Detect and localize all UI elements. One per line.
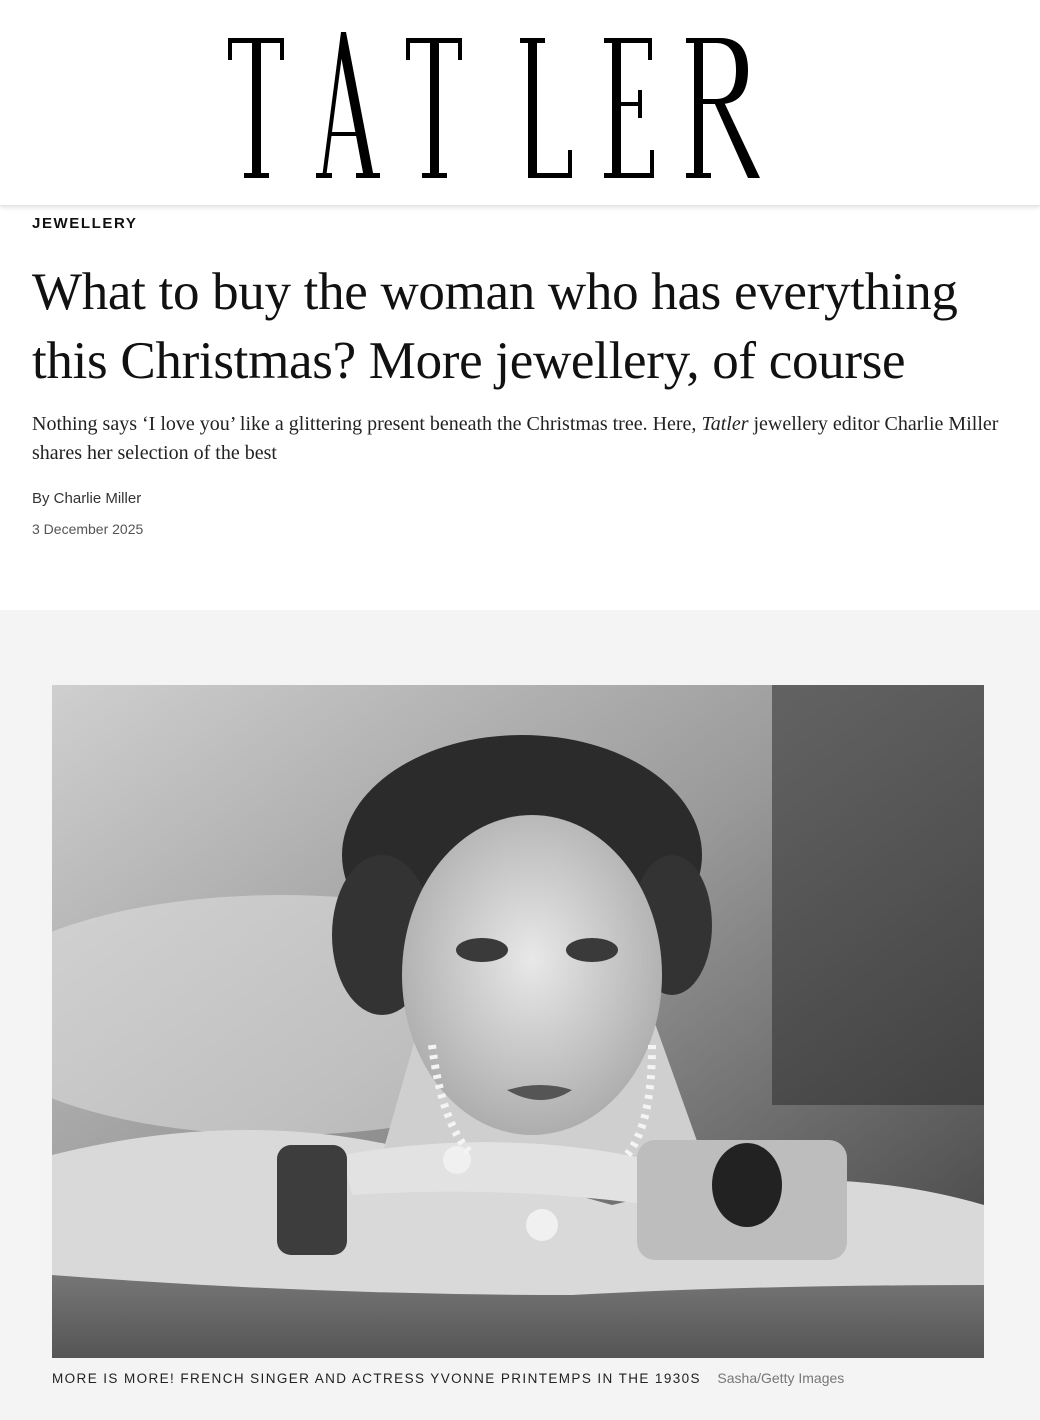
dek-publication-name: Tatler <box>701 413 749 435</box>
photo-caption: MORE IS MORE! FRENCH SINGER AND ACTRESS … <box>52 1370 1012 1390</box>
lede-section: MORE IS MORE! FRENCH SINGER AND ACTRESS … <box>0 610 1040 1420</box>
photo-credit: Sasha/Getty Images <box>717 1370 845 1386</box>
publish-date: 3 December 2025 <box>32 521 144 537</box>
caption-text: MORE IS MORE! FRENCH SINGER AND ACTRESS … <box>52 1371 701 1386</box>
article-headline: What to buy the woman who has everything… <box>32 263 958 390</box>
masthead <box>0 0 1040 206</box>
tatler-logo[interactable] <box>228 32 762 182</box>
lede-photo <box>52 685 984 1358</box>
photo-placeholder <box>52 685 984 1358</box>
article-dek: Nothing says ‘I love you’ like a glitter… <box>32 410 1008 468</box>
tatler-wordmark <box>228 32 760 178</box>
section-rubric[interactable]: JEWELLERY <box>32 214 1008 234</box>
byline[interactable]: By Charlie Miller <box>32 489 1008 509</box>
dek-text-start: Nothing says ‘I love you’ like a glitter… <box>32 413 702 435</box>
article-header: JEWELLERY What to buy the woman who has … <box>32 214 1008 539</box>
